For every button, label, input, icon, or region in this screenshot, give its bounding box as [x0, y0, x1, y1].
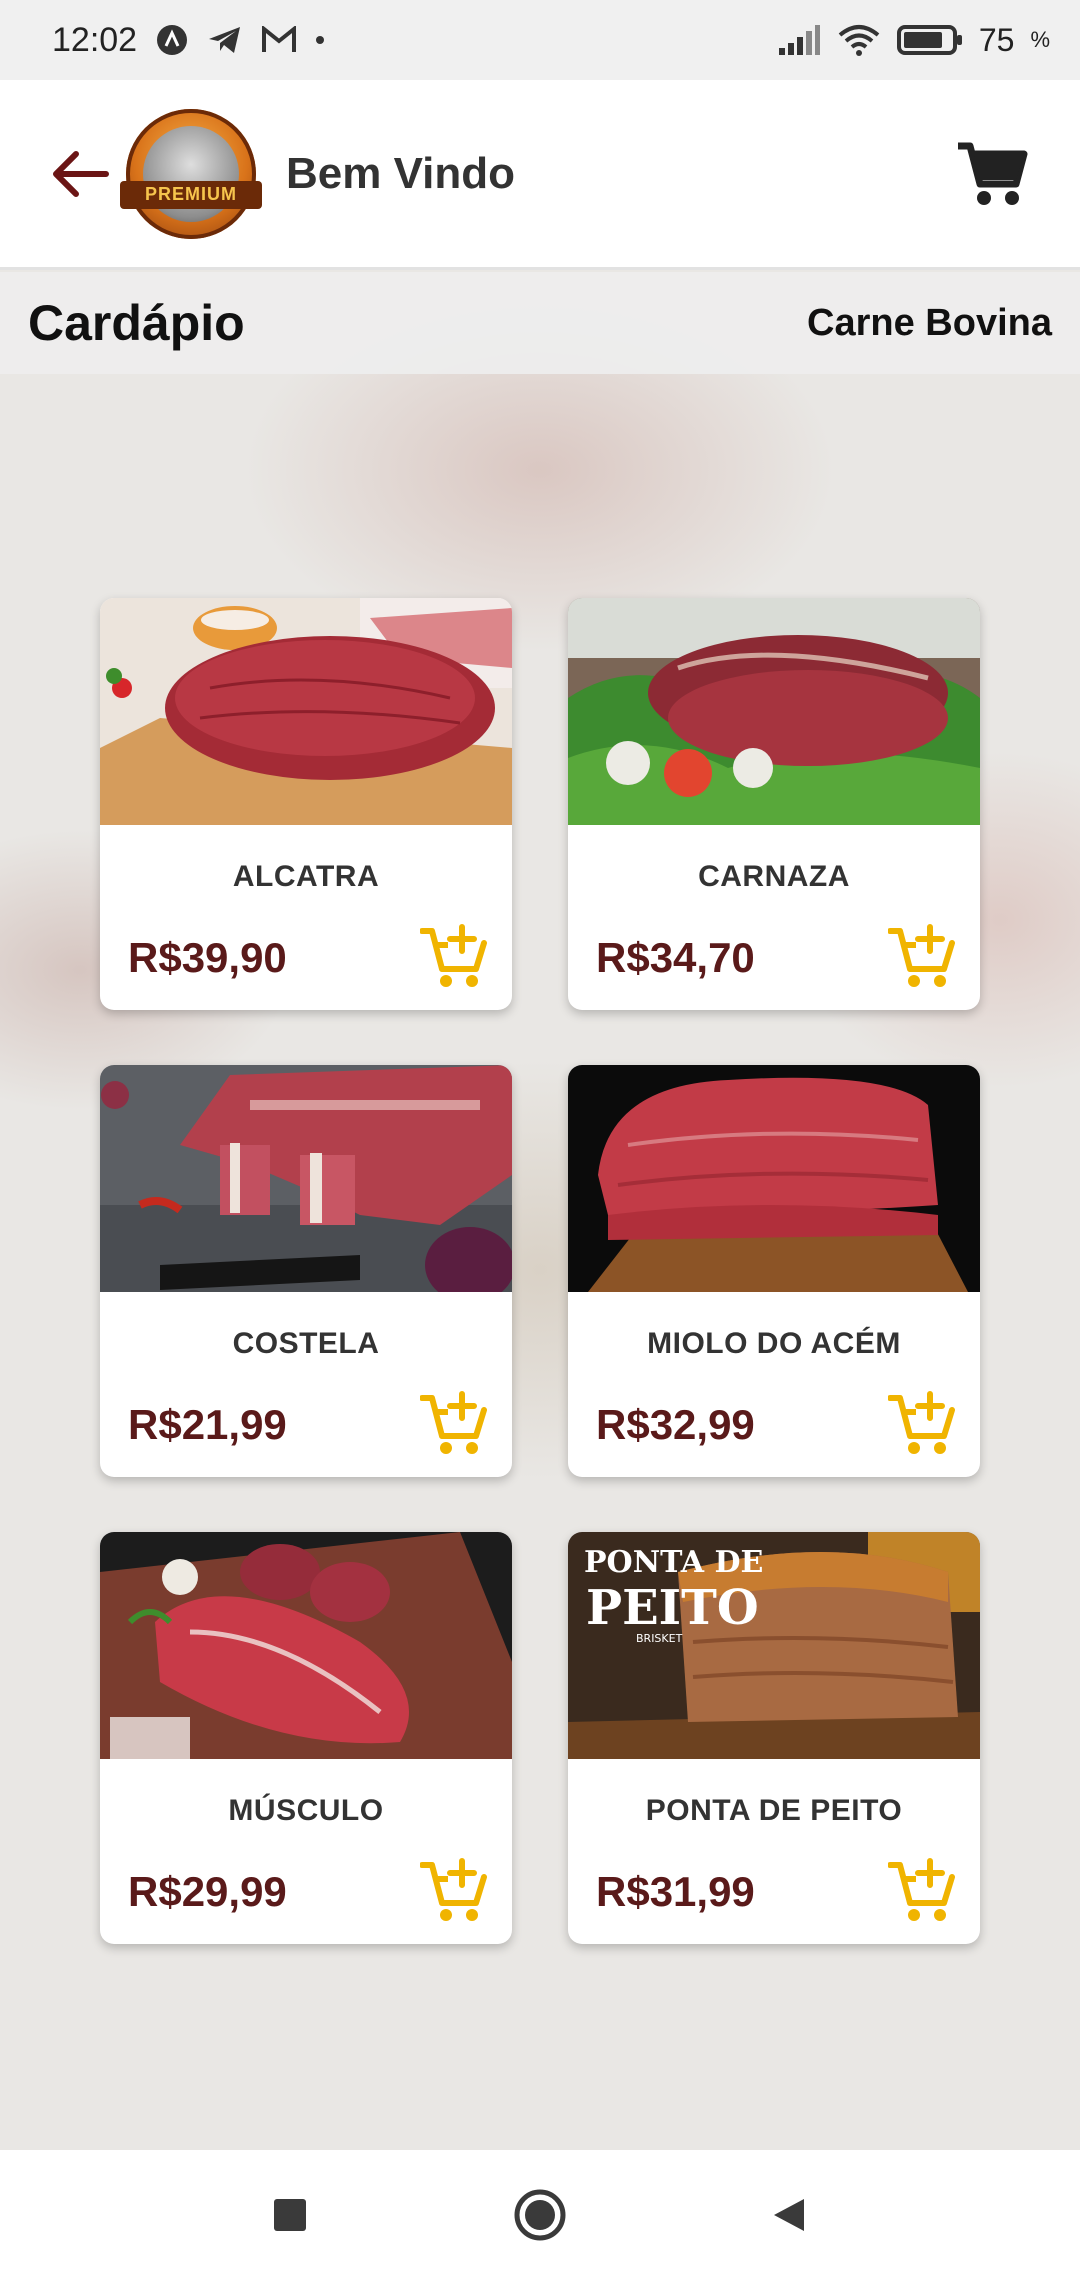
ponta-logo-line1: PONTA DE	[584, 1545, 763, 1580]
product-card[interactable]: COSTELA R$21,99	[100, 1065, 512, 1477]
battery-unit: %	[1030, 27, 1050, 52]
battery-level: 75	[978, 21, 1015, 58]
logo-ribbon-text: PREMIUM	[120, 180, 262, 209]
signal-icon	[777, 24, 821, 56]
product-card[interactable]: PONTA DE PEITO BRISKET PONTA DE PEITO R$…	[568, 1532, 980, 1944]
product-image-costela	[100, 1065, 512, 1292]
add-to-cart-icon	[888, 1391, 955, 1454]
product-grid: ALCATRA R$39,90 CARNAZA R$34,70 COSTELA …	[100, 598, 980, 1944]
product-image-carnaza	[568, 598, 980, 825]
cart-button[interactable]	[952, 134, 1032, 214]
back-arrow-icon	[53, 150, 109, 197]
ponta-logo-line2: PEITO	[586, 1580, 759, 1636]
product-name: COSTELA	[232, 1327, 380, 1360]
product-price: R$34,70	[596, 934, 755, 981]
battery-icon	[896, 24, 963, 56]
product-price: R$32,99	[596, 1401, 755, 1448]
home-circle-icon	[514, 2189, 566, 2241]
add-to-cart-button[interactable]	[418, 920, 490, 992]
gmail-icon	[261, 26, 297, 54]
status-bar: 12:02 75 %	[0, 0, 1080, 80]
product-card[interactable]: MIOLO DO ACÉM R$32,99	[568, 1065, 980, 1477]
page-title: Bem Vindo	[286, 148, 516, 198]
product-name: MIOLO DO ACÉM	[647, 1327, 901, 1360]
add-to-cart-button[interactable]	[418, 1387, 490, 1459]
back-nav-button[interactable]	[755, 2180, 825, 2250]
add-to-cart-button[interactable]	[886, 1854, 958, 1926]
add-to-cart-icon	[888, 1858, 955, 1921]
home-button[interactable]	[505, 2180, 575, 2250]
add-to-cart-button[interactable]	[418, 1854, 490, 1926]
add-to-cart-icon	[888, 924, 955, 987]
add-to-cart-button[interactable]	[886, 920, 958, 992]
recent-apps-button[interactable]	[255, 2180, 325, 2250]
section-title: Cardápio	[28, 295, 245, 351]
status-time: 12:02	[52, 20, 138, 59]
product-image-miolo-do-acem	[568, 1065, 980, 1292]
square-icon	[274, 2199, 306, 2231]
back-triangle-icon	[774, 2199, 804, 2231]
add-to-cart-button[interactable]	[886, 1387, 958, 1459]
back-button[interactable]	[48, 142, 112, 206]
ponta-logo-line3: BRISKET	[636, 1632, 683, 1645]
product-price: R$31,99	[596, 1868, 755, 1915]
system-navigation-bar	[0, 2150, 1080, 2280]
product-card[interactable]: MÚSCULO R$29,99	[100, 1532, 512, 1944]
telegram-icon	[207, 24, 243, 56]
product-image-musculo	[100, 1532, 512, 1759]
product-name: PONTA DE PEITO	[645, 1794, 903, 1827]
brand-logo: PREMIUM	[120, 108, 262, 239]
add-to-cart-icon	[420, 1858, 487, 1921]
section-header: Cardápio Carne Bovina	[0, 272, 1080, 374]
app-notification-icon	[155, 23, 189, 57]
product-name: MÚSCULO	[228, 1794, 384, 1827]
app-header: PREMIUM Bem Vindo	[0, 80, 1080, 270]
product-image-alcatra	[100, 598, 512, 825]
category-selector[interactable]: Carne Bovina	[807, 302, 1052, 345]
product-card[interactable]: CARNAZA R$34,70	[568, 598, 980, 1010]
more-notifications-dot	[315, 35, 325, 45]
product-card[interactable]: ALCATRA R$39,90	[100, 598, 512, 1010]
product-price: R$39,90	[128, 934, 287, 981]
product-name: CARNAZA	[698, 860, 850, 893]
add-to-cart-icon	[420, 924, 487, 987]
product-price: R$21,99	[128, 1401, 287, 1448]
product-name: ALCATRA	[232, 860, 380, 893]
wifi-icon	[837, 23, 881, 57]
product-image-ponta-de-peito: PONTA DE PEITO BRISKET	[568, 1532, 980, 1759]
add-to-cart-icon	[420, 1391, 487, 1454]
cart-icon	[958, 142, 1028, 205]
product-price: R$29,99	[128, 1868, 287, 1915]
